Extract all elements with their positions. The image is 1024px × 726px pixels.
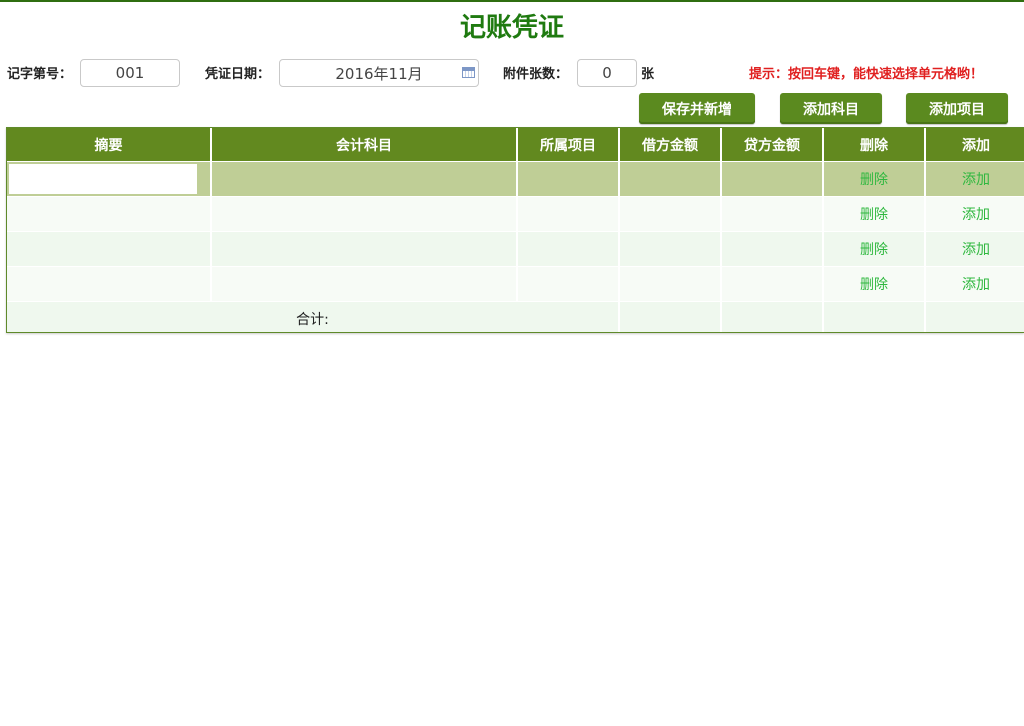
attachments-unit-label: 张 — [641, 67, 655, 82]
add-cell: 添加 — [925, 266, 1024, 302]
delete-row-link[interactable]: 删除 — [860, 277, 888, 293]
table-row: 删除 添加 — [7, 196, 1024, 232]
delete-row-link[interactable]: 删除 — [860, 242, 888, 258]
project-cell[interactable] — [517, 196, 620, 232]
account-cell[interactable] — [211, 196, 518, 232]
credit-cell[interactable] — [721, 196, 824, 232]
add-row-link[interactable]: 添加 — [962, 207, 990, 223]
total-label-cell: 合计: — [7, 301, 620, 332]
top-border-line — [0, 0, 1024, 2]
credit-cell[interactable] — [721, 266, 824, 302]
add-row-link[interactable]: 添加 — [962, 242, 990, 258]
debit-cell[interactable] — [619, 161, 722, 197]
column-header-account: 会计科目 — [211, 128, 518, 162]
add-row-link[interactable]: 添加 — [962, 277, 990, 293]
attachments-count-input[interactable] — [577, 59, 637, 87]
delete-cell: 删除 — [823, 161, 926, 197]
add-subject-button[interactable]: 添加科目 — [780, 93, 882, 124]
voucher-date-label: 凭证日期： — [205, 67, 271, 82]
add-cell: 添加 — [925, 231, 1024, 267]
keyboard-hint: 提示：按回车键，能快速选择单元格哟！ — [749, 67, 984, 82]
table-row: 删除 添加 — [7, 231, 1024, 267]
project-cell[interactable] — [517, 161, 620, 197]
column-header-add: 添加 — [925, 128, 1024, 162]
table-row: 删除 添加 — [7, 161, 1024, 197]
delete-cell: 删除 — [823, 231, 926, 267]
total-row: 合计: — [7, 301, 1024, 332]
add-cell: 添加 — [925, 161, 1024, 197]
total-empty-cell — [925, 301, 1024, 332]
total-empty-cell — [823, 301, 926, 332]
total-label: 合计: — [296, 312, 329, 328]
column-header-delete: 删除 — [823, 128, 926, 162]
summary-cell[interactable] — [7, 196, 212, 232]
project-cell[interactable] — [517, 266, 620, 302]
save-and-new-button[interactable]: 保存并新增 — [639, 93, 755, 124]
debit-cell[interactable] — [619, 266, 722, 302]
column-header-summary: 摘要 — [7, 128, 212, 162]
column-header-credit: 贷方金额 — [721, 128, 824, 162]
account-cell[interactable] — [211, 231, 518, 267]
account-cell[interactable] — [211, 161, 518, 197]
delete-row-link[interactable]: 删除 — [860, 172, 888, 188]
project-cell[interactable] — [517, 231, 620, 267]
delete-row-link[interactable]: 删除 — [860, 207, 888, 223]
add-cell: 添加 — [925, 196, 1024, 232]
voucher-number-label: 记字第号： — [7, 67, 73, 82]
page-title: 记账凭证 — [459, 13, 564, 43]
summary-cell[interactable] — [7, 161, 212, 197]
summary-input[interactable] — [9, 164, 197, 194]
attachments-count-label: 附件张数： — [503, 67, 569, 82]
voucher-entry-table: 摘要 会计科目 所属项目 借方金额 贷方金额 删除 添加 删除 添加 删除 添加… — [6, 127, 1024, 333]
table-row: 删除 添加 — [7, 266, 1024, 302]
delete-cell: 删除 — [823, 266, 926, 302]
column-header-project: 所属项目 — [517, 128, 620, 162]
add-project-button[interactable]: 添加项目 — [906, 93, 1008, 124]
summary-cell[interactable] — [7, 231, 212, 267]
add-row-link[interactable]: 添加 — [962, 172, 990, 188]
credit-total-cell — [721, 301, 824, 332]
credit-cell[interactable] — [721, 161, 824, 197]
summary-cell[interactable] — [7, 266, 212, 302]
voucher-date-input[interactable] — [279, 59, 479, 87]
calendar-icon[interactable] — [462, 67, 475, 78]
delete-cell: 删除 — [823, 196, 926, 232]
table-header-row: 摘要 会计科目 所属项目 借方金额 贷方金额 删除 添加 — [7, 128, 1024, 162]
account-cell[interactable] — [211, 266, 518, 302]
voucher-number-input[interactable] — [80, 59, 180, 87]
debit-cell[interactable] — [619, 196, 722, 232]
debit-total-cell — [619, 301, 722, 332]
column-header-debit: 借方金额 — [619, 128, 722, 162]
credit-cell[interactable] — [721, 231, 824, 267]
debit-cell[interactable] — [619, 231, 722, 267]
